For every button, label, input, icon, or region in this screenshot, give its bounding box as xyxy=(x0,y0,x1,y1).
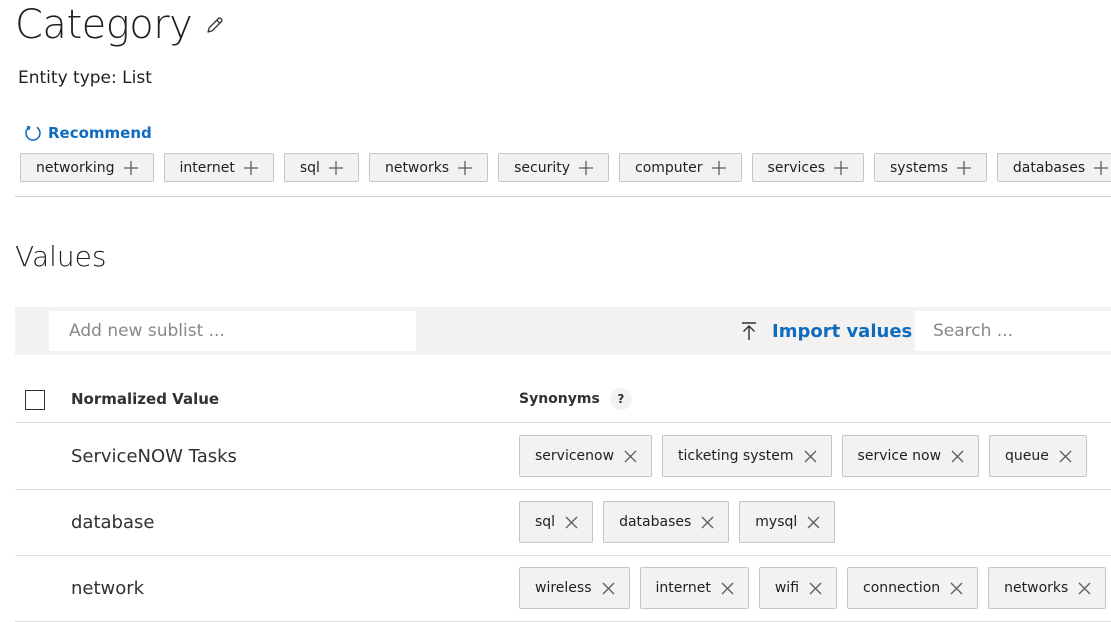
synonym-label: internet xyxy=(655,580,711,596)
import-values-label: Import values xyxy=(772,320,913,342)
search-input[interactable] xyxy=(915,311,1111,351)
recommendation-chip[interactable]: internet xyxy=(163,153,274,182)
table-row[interactable]: ServiceNOW Tasks servicenow ticketing syst… xyxy=(15,423,1111,490)
recommendation-chip[interactable]: security xyxy=(498,153,610,182)
remove-synonym-icon[interactable] xyxy=(809,582,822,595)
upload-icon xyxy=(742,322,756,340)
normalized-value[interactable]: database xyxy=(71,489,154,555)
recommendation-chip[interactable]: systems xyxy=(874,153,987,182)
synonym-chip: wireless xyxy=(519,567,630,609)
synonym-chip: wifi xyxy=(758,567,838,609)
recommendation-label: networks xyxy=(384,159,450,176)
synonym-chip: internet xyxy=(639,567,749,609)
table-row[interactable]: database sql databases mysql xyxy=(15,489,1111,556)
normalized-value[interactable]: ServiceNOW Tasks xyxy=(71,423,237,489)
synonym-label: service now xyxy=(857,448,942,464)
recommendation-list: networking internet sql networks security com… xyxy=(20,153,1111,182)
select-all-checkbox[interactable] xyxy=(25,390,45,410)
normalized-value[interactable]: network xyxy=(71,555,144,621)
synonym-chip: service now xyxy=(841,435,980,477)
synonym-label: sql xyxy=(535,514,556,530)
pencil-icon[interactable] xyxy=(204,14,226,36)
remove-synonym-icon[interactable] xyxy=(1059,450,1072,463)
remove-synonym-icon[interactable] xyxy=(1078,582,1091,595)
remove-synonym-icon[interactable] xyxy=(804,450,817,463)
remove-synonym-icon[interactable] xyxy=(950,582,963,595)
recommendation-chip[interactable]: services xyxy=(751,153,864,182)
remove-synonym-icon[interactable] xyxy=(602,582,615,595)
recommendation-label: computer xyxy=(635,159,703,176)
synonym-list: sql databases mysql xyxy=(519,501,845,543)
recommendation-chip[interactable]: networking xyxy=(20,153,154,182)
remove-synonym-icon[interactable] xyxy=(951,450,964,463)
values-toolbar: Import values xyxy=(15,307,1111,355)
synonym-chip: sql xyxy=(519,501,594,543)
remove-synonym-icon[interactable] xyxy=(565,516,578,529)
recommend-button[interactable]: Recommend xyxy=(24,124,152,142)
title-row: Category xyxy=(15,0,226,50)
synonym-list: servicenow ticketing system service now que… xyxy=(519,435,1097,477)
recommendation-chip[interactable]: networks xyxy=(368,153,489,182)
plus-icon[interactable] xyxy=(328,160,344,176)
remove-synonym-icon[interactable] xyxy=(624,450,637,463)
plus-icon[interactable] xyxy=(833,160,849,176)
synonym-list: wireless internet wifi connection networks xyxy=(519,567,1111,609)
help-icon[interactable]: ? xyxy=(609,388,632,410)
synonym-label: servicenow xyxy=(535,448,615,464)
recommendation-chip[interactable]: databases xyxy=(996,153,1111,182)
import-values-button[interactable]: Import values xyxy=(740,317,912,345)
synonym-label: networks xyxy=(1004,580,1069,596)
plus-icon[interactable] xyxy=(243,160,259,176)
recommendation-label: networking xyxy=(36,159,115,176)
column-normalized-value: Normalized Value xyxy=(71,390,220,408)
synonym-label: ticketing system xyxy=(678,448,794,464)
divider xyxy=(15,196,1111,197)
plus-icon[interactable] xyxy=(711,160,727,176)
synonym-label: wifi xyxy=(774,580,800,596)
plus-icon[interactable] xyxy=(457,160,473,176)
table-row[interactable]: network wireless internet wifi connection net… xyxy=(15,555,1111,622)
plus-icon[interactable] xyxy=(956,160,972,176)
values-heading: Values xyxy=(15,240,107,273)
synonym-label: databases xyxy=(619,514,692,530)
table-header: Normalized Value Synonyms ? xyxy=(15,376,1111,423)
column-synonyms-label: Synonyms xyxy=(519,391,600,407)
plus-icon[interactable] xyxy=(123,160,139,176)
synonym-label: queue xyxy=(1005,448,1049,464)
remove-synonym-icon[interactable] xyxy=(807,516,820,529)
synonym-label: connection xyxy=(863,580,941,596)
recommendation-label: databases xyxy=(1012,159,1086,176)
synonym-chip: queue xyxy=(989,435,1087,477)
recommendation-label: security xyxy=(514,159,571,176)
synonym-label: wireless xyxy=(535,580,592,596)
plus-icon[interactable] xyxy=(1093,160,1109,176)
recommendation-label: internet xyxy=(179,159,235,176)
recommendation-chip[interactable]: computer xyxy=(619,153,742,182)
synonym-chip: mysql xyxy=(739,501,836,543)
refresh-icon xyxy=(25,125,41,141)
synonym-chip: databases xyxy=(603,501,730,543)
remove-synonym-icon[interactable] xyxy=(721,582,734,595)
recommend-label: Recommend xyxy=(48,124,152,142)
column-synonyms: Synonyms ? xyxy=(519,388,632,410)
entity-type-label: Entity type: List xyxy=(18,68,152,88)
recommendation-label: systems xyxy=(890,159,948,176)
page-title: Category xyxy=(15,2,193,48)
remove-synonym-icon[interactable] xyxy=(701,516,714,529)
recommendation-label: sql xyxy=(299,159,320,176)
add-sublist-input[interactable] xyxy=(49,311,416,351)
recommendation-label: services xyxy=(767,159,825,176)
synonym-chip: networks xyxy=(988,567,1107,609)
synonym-label: mysql xyxy=(755,514,798,530)
synonym-chip: servicenow xyxy=(519,435,653,477)
synonym-chip: connection xyxy=(847,567,979,609)
plus-icon[interactable] xyxy=(578,160,594,176)
recommendation-chip[interactable]: sql xyxy=(283,153,359,182)
synonym-chip: ticketing system xyxy=(662,435,832,477)
